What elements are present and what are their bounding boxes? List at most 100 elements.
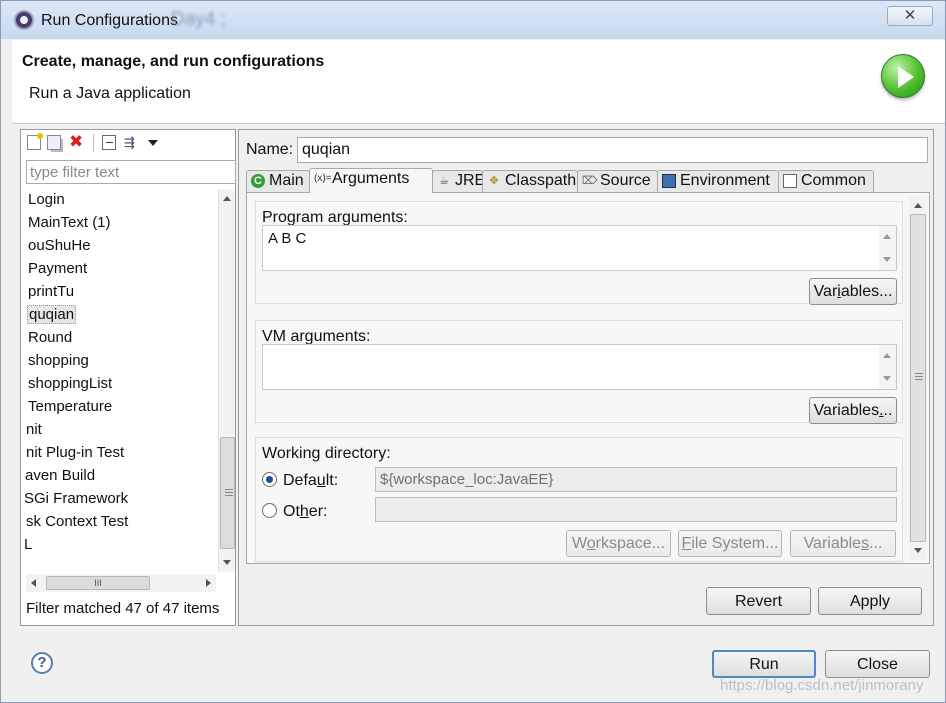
tab-main[interactable]: C Main <box>246 170 310 192</box>
new-configuration-icon[interactable] <box>27 133 43 150</box>
title-bar[interactable]: Run Configurations Day4 ; ✕ <box>1 1 945 39</box>
scrollbar-thumb[interactable] <box>910 214 926 542</box>
vm-arguments-field[interactable] <box>262 344 897 390</box>
tab-label: Source <box>600 172 651 189</box>
button-label-part: rkspace... <box>595 535 666 552</box>
directory-variables-button[interactable]: Variables... <box>790 530 896 557</box>
tree-item[interactable]: shopping <box>28 350 89 372</box>
arguments-vertical-scrollbar[interactable] <box>909 196 927 560</box>
button-label-part: ile System... <box>691 535 779 552</box>
help-icon[interactable]: ? <box>31 652 53 674</box>
scrollbar-thumb[interactable] <box>220 437 235 549</box>
tree-item[interactable]: L <box>24 534 32 556</box>
grip-line <box>915 373 923 374</box>
tree-item[interactable]: Payment <box>28 258 87 280</box>
other-directory-field[interactable] <box>375 497 897 522</box>
grip-line <box>225 489 233 490</box>
tree-item[interactable]: Login <box>28 189 65 211</box>
tree-item[interactable]: shoppingList <box>28 373 112 395</box>
mnemonic: s <box>861 535 870 552</box>
name-field[interactable] <box>297 137 928 163</box>
tab-environment[interactable]: Environment <box>657 170 779 192</box>
program-arguments-value: A B C <box>268 230 307 247</box>
button-label-part: Var <box>813 283 838 300</box>
working-directory-group: Working directory: Default: ${workspace_… <box>255 437 903 562</box>
scroll-up-icon[interactable] <box>883 353 891 358</box>
tree-item[interactable]: sk Context Test <box>26 511 128 533</box>
scroll-down-icon[interactable] <box>914 548 922 553</box>
tab-common[interactable]: Common <box>778 170 874 192</box>
file-system-button[interactable]: File System... <box>678 530 782 557</box>
watermark: https://blog.csdn.net/jinmorany <box>720 677 924 694</box>
other-directory-radio[interactable] <box>262 503 277 518</box>
program-variables-button[interactable]: Variables... <box>809 278 897 305</box>
window-close-button[interactable]: ✕ <box>887 6 933 26</box>
filter-status: Filter matched 47 of 47 items <box>26 600 220 617</box>
label-part: er: <box>308 503 328 520</box>
collapse-all-icon[interactable] <box>102 135 116 150</box>
filter-configurations-icon[interactable]: ⇶ <box>124 135 138 150</box>
run-button[interactable]: Run <box>712 650 816 678</box>
tree-item[interactable]: printTu <box>28 281 74 303</box>
tab-source[interactable]: ⌦ Source <box>577 170 658 192</box>
tab-label: Classpath <box>505 172 577 189</box>
scroll-up-icon[interactable] <box>223 196 231 201</box>
run-banner-icon <box>881 54 925 98</box>
default-directory-radio[interactable] <box>262 472 277 487</box>
window-title: Run Configurations <box>41 12 178 29</box>
tree-vertical-scrollbar[interactable] <box>218 189 235 572</box>
dialog-header: Create, manage, and run configurations R… <box>12 40 945 124</box>
source-icon: ⌦ <box>582 175 598 187</box>
working-directory-label: Working directory: <box>262 445 391 462</box>
textarea-scrollbar[interactable] <box>879 345 896 389</box>
chevron-down-icon[interactable] <box>148 140 158 146</box>
label-part: lt: <box>325 472 339 489</box>
tab-classpath[interactable]: ✥ Classpath <box>482 170 578 192</box>
scroll-down-icon[interactable] <box>223 560 231 565</box>
tree-item[interactable]: Temperature <box>28 396 112 418</box>
tab-label: Arguments <box>332 170 410 187</box>
tree-item[interactable]: ouShuHe <box>28 235 91 257</box>
grip-line <box>915 376 923 377</box>
tree-item[interactable]: MainText (1) <box>28 212 111 234</box>
delete-configuration-icon[interactable]: ✖ <box>69 133 85 150</box>
tree-item-selected[interactable]: quqian <box>27 304 77 326</box>
scroll-left-icon[interactable] <box>31 579 36 587</box>
toolbar-divider <box>93 134 94 152</box>
workspace-button[interactable]: Workspace... <box>566 530 671 557</box>
program-arguments-field[interactable]: A B C <box>262 225 897 271</box>
scroll-down-icon[interactable] <box>883 376 891 381</box>
configurations-tree: Login MainText (1) ouShuHe Payment print… <box>21 189 217 572</box>
tab-jre[interactable]: ☕ JRE <box>432 170 486 192</box>
other-directory-label[interactable]: Other: <box>283 503 327 521</box>
mnemonic: o <box>586 535 596 552</box>
jre-icon: ☕ <box>439 175 449 187</box>
tree-toolbar: ✖ ⇶ <box>21 130 235 156</box>
tree-item[interactable]: SGi Framework <box>24 488 128 510</box>
tree-horizontal-scrollbar[interactable]: III <box>26 574 216 592</box>
revert-button[interactable]: Revert <box>706 587 811 615</box>
filter-input[interactable] <box>26 160 236 184</box>
scroll-up-icon[interactable] <box>883 234 891 239</box>
duplicate-configuration-icon[interactable] <box>47 135 61 150</box>
configuration-editor: Name: C Main (x)= Arguments ☕ JRE ✥ Clas… <box>238 129 934 626</box>
mnemonic: h <box>299 503 309 520</box>
scrollbar-thumb[interactable]: III <box>46 576 150 590</box>
scroll-down-icon[interactable] <box>883 257 891 262</box>
classpath-icon: ✥ <box>489 175 499 187</box>
apply-button[interactable]: Apply <box>818 587 922 615</box>
default-directory-label[interactable]: Default: <box>283 472 338 490</box>
tree-item[interactable]: Round <box>28 327 72 349</box>
scroll-up-icon[interactable] <box>914 203 922 208</box>
tab-label: JRE <box>455 172 486 189</box>
textarea-scrollbar[interactable] <box>879 226 896 270</box>
scroll-right-icon[interactable] <box>206 579 211 587</box>
close-button[interactable]: Close <box>825 650 930 678</box>
tree-item[interactable]: nit <box>26 419 42 441</box>
vm-variables-button[interactable]: Variables... <box>809 397 897 424</box>
tab-arguments[interactable]: (x)= Arguments <box>309 168 433 193</box>
button-label-part: W <box>571 535 587 552</box>
tree-item[interactable]: nit Plug-in Test <box>26 442 124 464</box>
tree-item[interactable]: aven Build <box>25 465 95 487</box>
environment-icon <box>662 174 676 188</box>
